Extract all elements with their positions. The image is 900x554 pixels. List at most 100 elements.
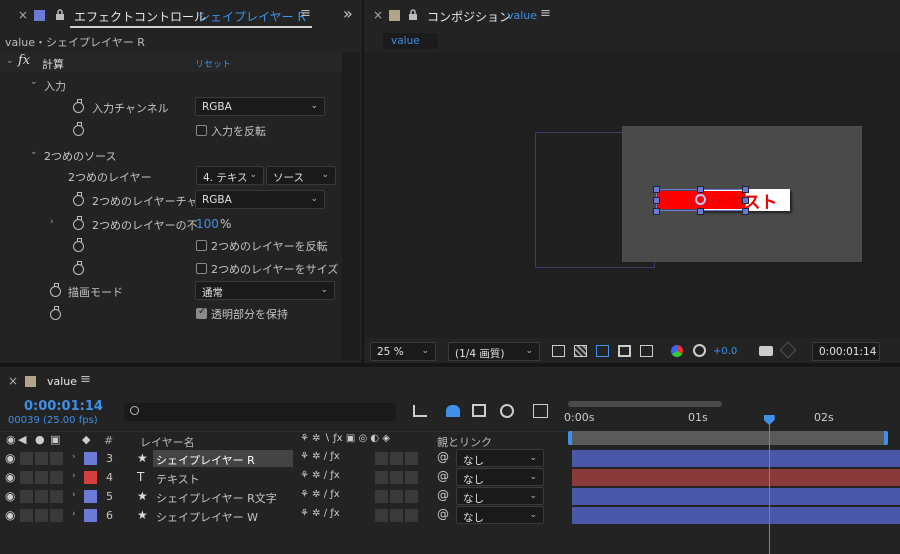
eye-icon[interactable]: ◉ <box>5 489 15 503</box>
stopwatch-icon[interactable] <box>73 238 84 252</box>
selection-handle[interactable] <box>742 197 749 204</box>
time-ruler[interactable]: 0:00s 01s 02s <box>564 395 900 431</box>
effect-panel-scrollbar[interactable] <box>342 52 360 360</box>
pick-whip-icon[interactable]: @ <box>437 450 449 464</box>
timeline-tab-title[interactable]: value <box>47 375 77 388</box>
switch-cell[interactable] <box>390 509 403 522</box>
stopwatch-icon[interactable] <box>50 306 61 320</box>
invert-second-checkbox[interactable] <box>196 240 207 251</box>
preserve-alpha-checkbox[interactable] <box>196 306 207 319</box>
stopwatch-icon[interactable] <box>73 192 84 206</box>
comp-tab-button[interactable]: value <box>383 33 438 49</box>
work-area-range[interactable] <box>568 431 888 445</box>
input-channel-select[interactable]: RGBA ⌄ <box>195 97 325 116</box>
layer-duration-bar[interactable] <box>572 488 900 505</box>
invert-second-label[interactable]: 2つめのレイヤーを反転 <box>211 238 328 254</box>
selection-handle[interactable] <box>742 208 749 215</box>
effect-expand-chevron-icon[interactable]: ⌄ <box>6 56 14 66</box>
snapshot-icon[interactable] <box>759 346 773 356</box>
switch-cell[interactable] <box>390 452 403 465</box>
layer-name-header[interactable]: レイヤー名 <box>140 434 195 450</box>
work-area-bar[interactable] <box>568 401 722 407</box>
effect-controls-tab-title[interactable]: エフェクトコントロール <box>74 8 206 25</box>
switch-cell[interactable] <box>405 509 418 522</box>
parent-select[interactable]: なし ⌄ <box>456 468 544 486</box>
solo-icon[interactable]: ● <box>35 433 45 446</box>
lock-icon[interactable] <box>408 9 418 21</box>
stopwatch-icon[interactable] <box>50 283 61 297</box>
switch-cell[interactable] <box>390 471 403 484</box>
layer-duration-bar[interactable] <box>572 507 900 524</box>
chevron-right-icon[interactable]: › <box>72 490 76 500</box>
pick-whip-icon[interactable]: @ <box>437 507 449 521</box>
fast-preview-icon[interactable] <box>552 345 565 357</box>
switch-cell[interactable] <box>375 490 388 503</box>
show-snapshot-icon[interactable] <box>779 341 797 359</box>
reset-link[interactable]: リセット <box>195 57 231 70</box>
lock-cell[interactable] <box>50 452 63 465</box>
close-icon[interactable]: × <box>8 374 18 388</box>
invert-input-label[interactable]: 入力を反転 <box>211 123 266 139</box>
channel-icon[interactable] <box>671 345 683 357</box>
timeline-layer-row[interactable]: ◉ › 6 ★ シェイプレイヤー W ⚘ ✲ ∕ ƒx @ なし ⌄ <box>0 506 568 525</box>
region-of-interest-icon[interactable] <box>618 345 631 357</box>
motion-blur-icon[interactable] <box>500 404 514 418</box>
layer-label-color[interactable] <box>84 471 97 484</box>
group-second-row[interactable]: ⌄ 2つめのソース <box>0 144 342 164</box>
stretch-second-checkbox[interactable] <box>196 263 207 274</box>
group-input-row[interactable]: ⌄ 入力 <box>0 74 342 94</box>
timeline-layer-row[interactable]: ◉ › 5 ★ シェイプレイヤー R文字 ⚘ ✲ ∕ ƒx @ なし ⌄ <box>0 487 568 506</box>
solo-cell[interactable] <box>35 490 48 503</box>
label-tag-icon[interactable]: ◆ <box>82 433 90 446</box>
lock-icon[interactable]: ▣ <box>50 433 60 446</box>
composition-tab-title[interactable]: コンポジション <box>427 8 511 25</box>
selection-handle[interactable] <box>697 208 704 215</box>
switch-cell[interactable] <box>405 471 418 484</box>
layer-name[interactable]: シェイプレイヤー R文字 <box>153 488 293 505</box>
eye-icon[interactable]: ◉ <box>5 451 15 465</box>
layer-duration-bar[interactable] <box>572 469 900 486</box>
solo-cell[interactable] <box>35 509 48 522</box>
preserve-alpha-label[interactable]: 透明部分を保持 <box>211 306 288 322</box>
switch-cell[interactable] <box>405 452 418 465</box>
layer-switches[interactable]: ⚘ ✲ ∕ ƒx <box>300 451 340 462</box>
current-timecode[interactable]: 0:00:01:14 <box>24 399 103 414</box>
effect-controls-tab-layer[interactable]: シェイプレイヤー R <box>198 8 306 25</box>
audio-cell[interactable] <box>20 452 33 465</box>
timeline-layer-row[interactable]: ◉ › 3 ★ シェイプレイヤー R ⚘ ✲ ∕ ƒx @ なし ⌄ <box>0 449 568 468</box>
second-channel-select[interactable]: RGBA ⌄ <box>195 190 325 209</box>
eye-icon[interactable]: ◉ <box>5 508 15 522</box>
zoom-select[interactable]: 25 % ⌄ <box>370 342 436 361</box>
frame-blending-icon[interactable] <box>472 404 486 417</box>
current-time-display[interactable]: 0:00:01:14 <box>812 342 880 361</box>
layer-name[interactable]: シェイプレイヤー R <box>153 450 293 467</box>
blend-mode-select[interactable]: 通常 ⌄ <box>195 281 335 300</box>
pick-whip-icon[interactable]: @ <box>437 488 449 502</box>
switch-cell[interactable] <box>375 509 388 522</box>
layer-name[interactable]: シェイプレイヤー W <box>153 507 293 524</box>
audio-cell[interactable] <box>20 490 33 503</box>
parent-select[interactable]: なし ⌄ <box>456 487 544 505</box>
layer-switches[interactable]: ⚘ ✲ ∕ ƒx <box>300 489 340 500</box>
eye-icon[interactable]: ◉ <box>6 433 16 446</box>
panel-menu-icon[interactable]: ≡ <box>300 6 311 21</box>
invert-input-checkbox[interactable] <box>196 125 207 136</box>
stopwatch-icon[interactable] <box>73 216 84 230</box>
stretch-second-label[interactable]: 2つめのレイヤーをサイズ <box>211 261 338 277</box>
switch-cell[interactable] <box>375 471 388 484</box>
audio-icon[interactable]: ◀ <box>18 433 26 446</box>
layer-label-color[interactable] <box>84 490 97 503</box>
close-icon[interactable]: × <box>18 8 28 22</box>
grid-guides-icon[interactable] <box>640 345 653 357</box>
playhead[interactable] <box>763 415 775 554</box>
layer-name[interactable]: テキスト <box>153 469 293 486</box>
layer-label-color[interactable] <box>84 452 97 465</box>
layer-label-color[interactable] <box>84 509 97 522</box>
second-layer-source-select[interactable]: ソース ⌄ <box>266 166 336 185</box>
chevron-right-icon[interactable]: › <box>72 452 76 462</box>
composition-tab-comp[interactable]: value <box>507 9 537 22</box>
selection-handle[interactable] <box>653 208 660 215</box>
lock-cell[interactable] <box>50 509 63 522</box>
chevron-down-icon[interactable]: ⌄ <box>30 77 38 87</box>
resolution-select[interactable]: (1/4 画質) ⌄ <box>448 342 540 361</box>
